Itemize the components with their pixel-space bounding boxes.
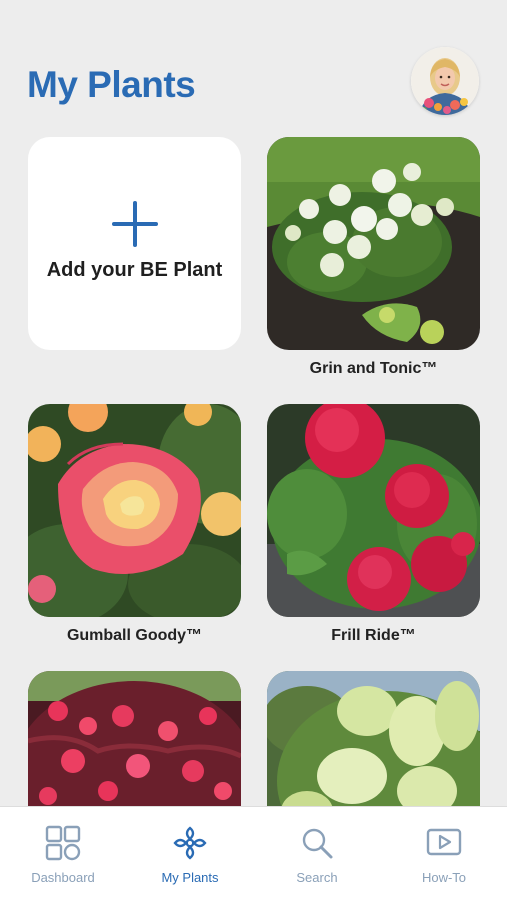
plant-card-frill-ride[interactable] bbox=[267, 404, 480, 617]
plant-photo-rose bbox=[28, 404, 241, 617]
flower-icon bbox=[173, 826, 207, 860]
add-plant-card[interactable]: Add your BE Plant bbox=[28, 137, 241, 350]
add-plant-label: Add your BE Plant bbox=[46, 259, 223, 281]
tab-my-plants[interactable]: My Plants bbox=[127, 807, 253, 900]
dashboard-grid-icon bbox=[45, 825, 81, 861]
plant-card-gumball-goody[interactable] bbox=[28, 404, 241, 617]
plant-name: Grin and Tonic™ bbox=[309, 360, 438, 377]
plant-card-grin-and-tonic[interactable] bbox=[267, 137, 480, 350]
plant-photo-hydrangea-red bbox=[267, 404, 480, 617]
plus-icon bbox=[112, 201, 158, 247]
tab-dashboard[interactable]: Dashboard bbox=[0, 807, 126, 900]
tab-label: How-To bbox=[421, 870, 467, 885]
plant-name: Frill Ride™ bbox=[331, 627, 416, 644]
tab-label: Dashboard bbox=[31, 870, 95, 885]
bottom-tab-bar: Dashboard My Plants Search How-To bbox=[0, 806, 507, 900]
plants-grid: Add your BE Plant Grin and Tonic™ Gumbal… bbox=[0, 0, 507, 884]
search-icon bbox=[302, 828, 333, 859]
plant-photo-hydrangea-white bbox=[267, 137, 480, 350]
tab-how-to[interactable]: How-To bbox=[381, 807, 507, 900]
tab-label: Search bbox=[296, 870, 338, 885]
my-plants-screen: My Plants Add your BE Plant Grin and Ton… bbox=[0, 0, 507, 900]
plant-name: Gumball Goody™ bbox=[66, 627, 203, 644]
play-video-icon bbox=[426, 828, 462, 856]
tab-label: My Plants bbox=[161, 870, 219, 885]
tab-search[interactable]: Search bbox=[254, 807, 380, 900]
